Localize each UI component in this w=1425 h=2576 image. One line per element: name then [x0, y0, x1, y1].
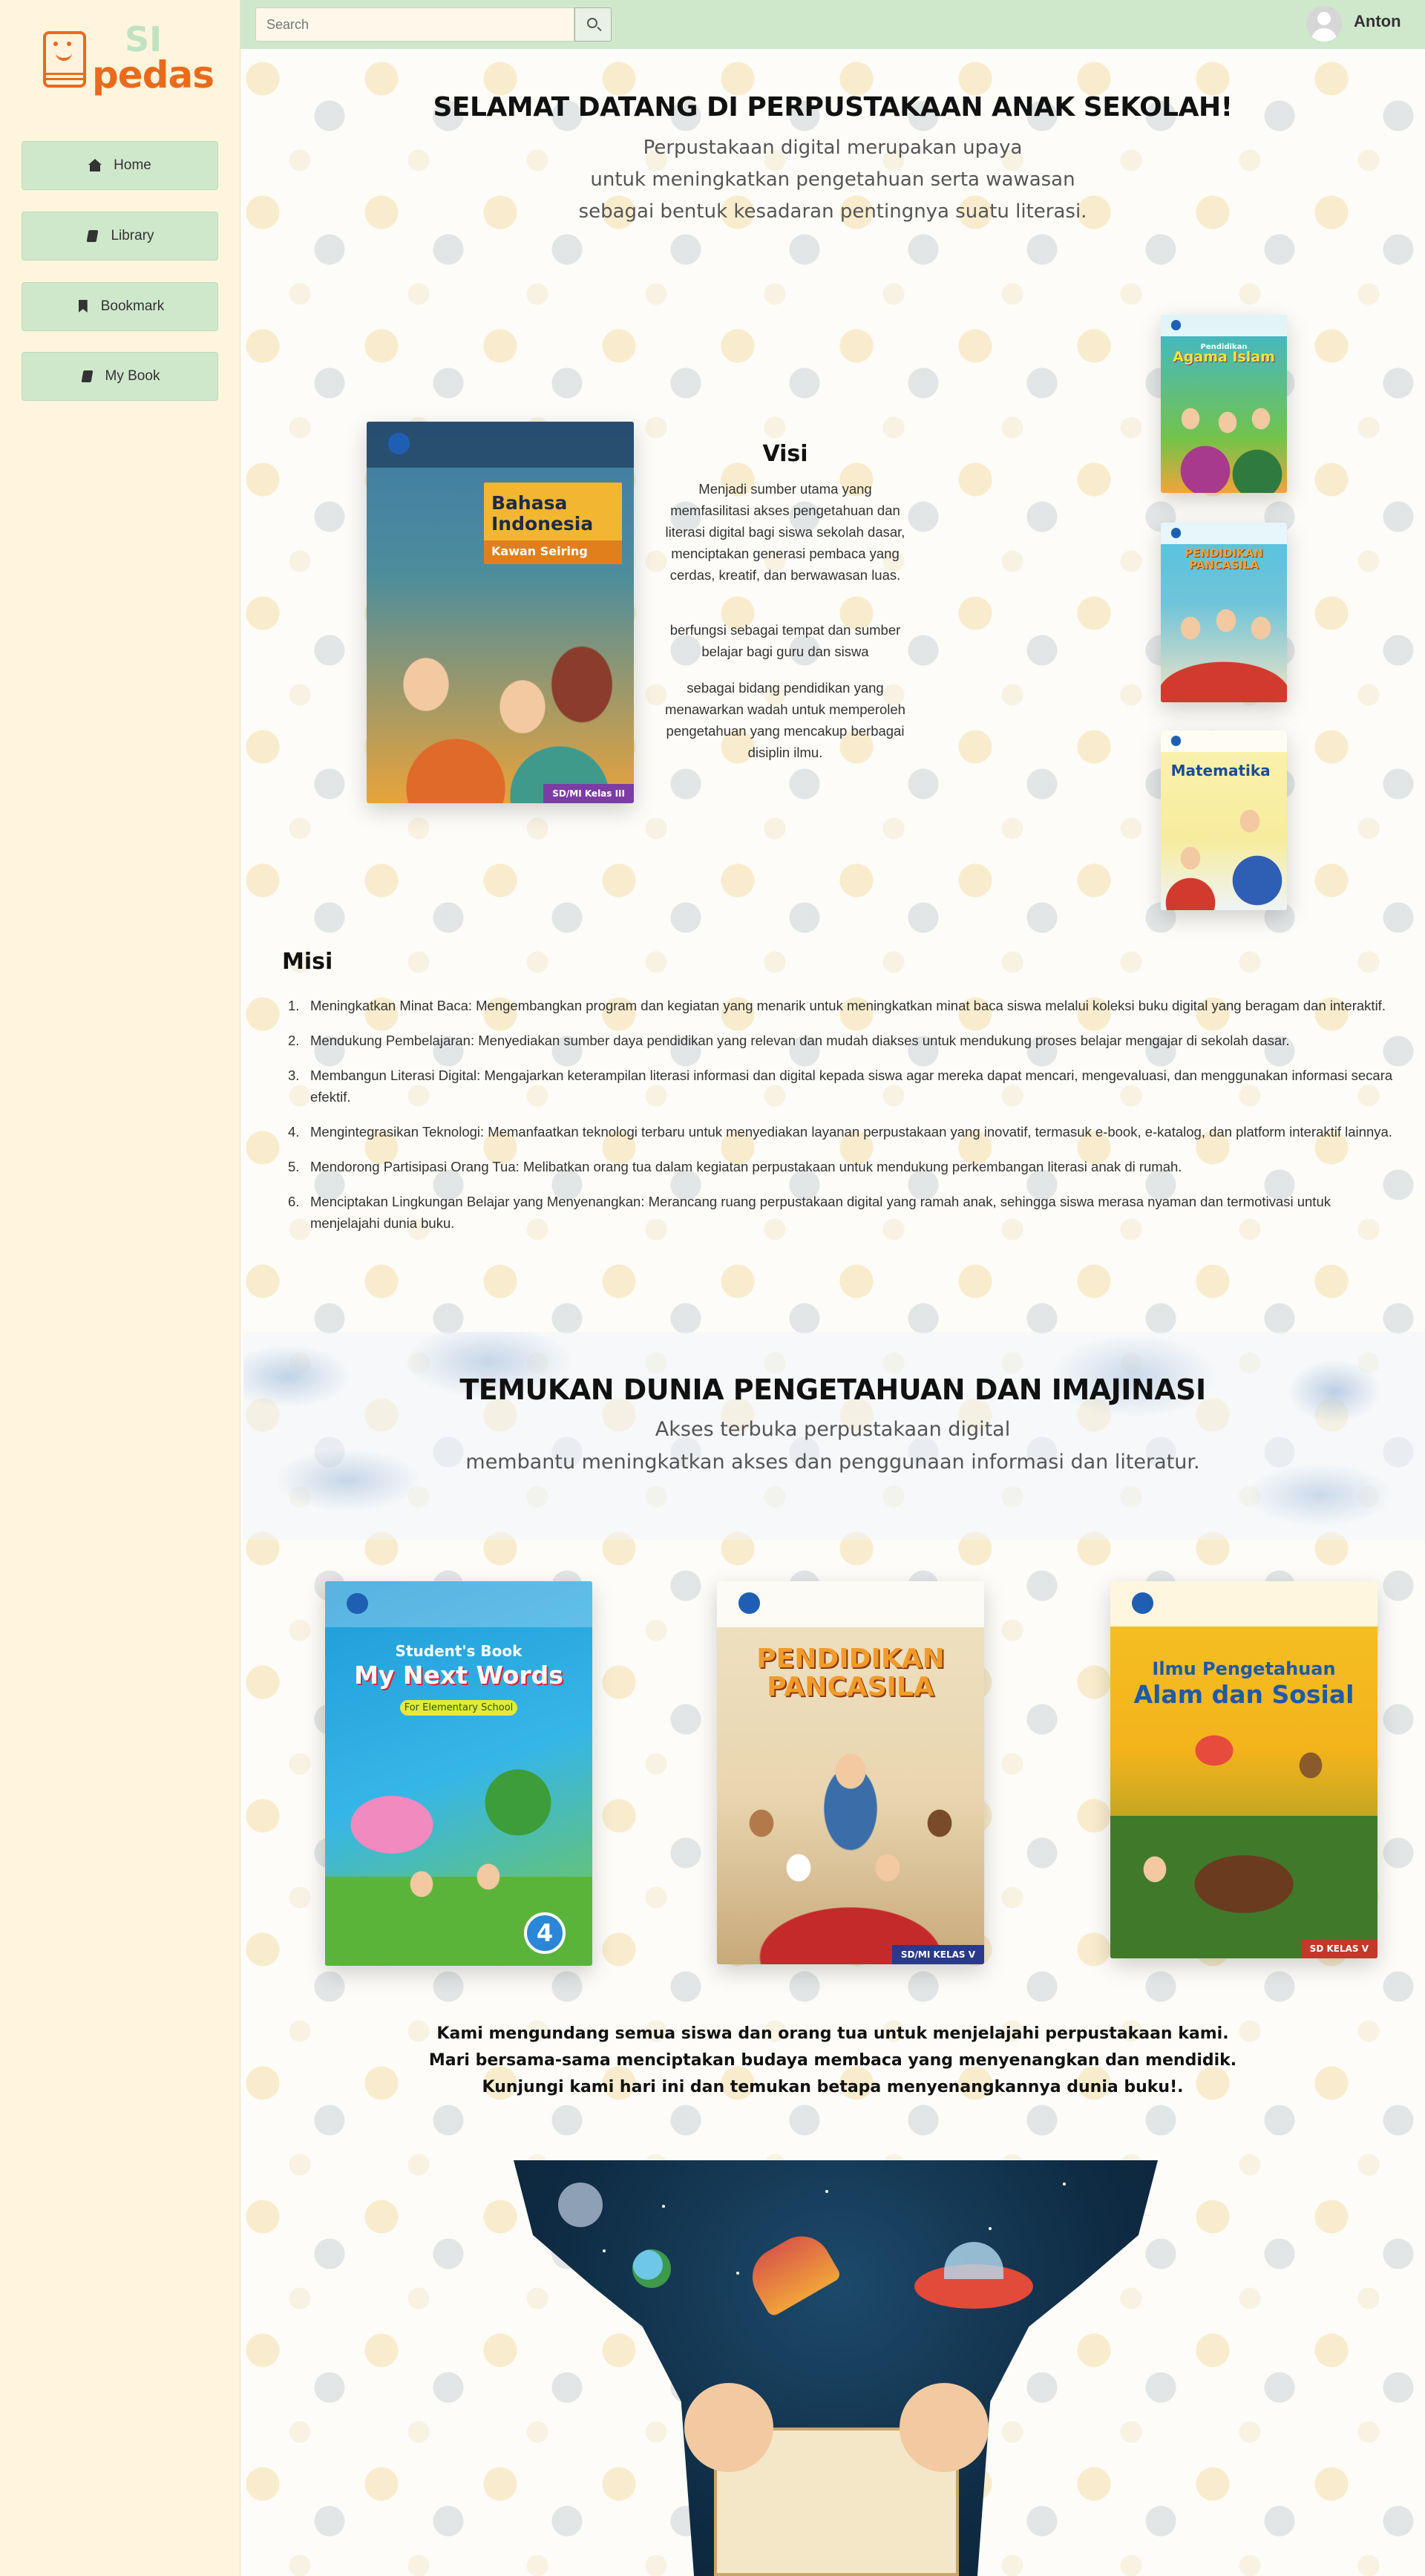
book-title: PENDIDIKAN PANCASILA [1185, 546, 1263, 572]
book-title: My Next Words [354, 1661, 563, 1690]
book-title: Alam dan Sosial [1133, 1680, 1354, 1709]
side-book-cover[interactable]: Matematika [1161, 730, 1287, 910]
logo-text-pedas: pedas [92, 53, 214, 97]
side-book-cover[interactable]: Pendidikan Agama Islam [1161, 315, 1287, 493]
list-item: 1. Meningkatkan Minat Baca: Mengembangkan… [288, 998, 1386, 1013]
book-subtitle: Kawan Seiring [491, 544, 588, 558]
kemdikbud-logo-icon [346, 1592, 368, 1615]
book-icon [80, 370, 95, 383]
list-item: 3. Membangun Literasi Digital: Mengajarka… [288, 1068, 1393, 1105]
invite-line: Kami mengundang semua siswa dan orang tu… [436, 2024, 1229, 2043]
book-number: 4 [524, 1912, 566, 1954]
misi-list: 1. Meningkatkan Minat Baca: Mengembangkan… [282, 995, 1403, 1247]
featured-book-cover[interactable]: Bahasa Indonesia Kawan Seiring SD/MI Kel… [367, 422, 634, 803]
book-title: Matematika [1170, 762, 1271, 779]
earth-icon [632, 2249, 671, 2288]
list-item: 6. Menciptakan Lingkungan Belajar yang Me… [288, 1194, 1331, 1231]
invite-line: Mari bersama-sama menciptakan budaya mem… [428, 2051, 1237, 2070]
kemdikbud-logo-icon [1131, 1592, 1153, 1615]
book-grade: SD KELAS V [1300, 1939, 1378, 1958]
boy-character [900, 2383, 989, 2472]
sidebar-item-home[interactable]: Home [22, 141, 218, 190]
side-book-cover[interactable]: PENDIDIKAN PANCASILA [1161, 523, 1287, 702]
avatar[interactable] [1306, 6, 1342, 42]
search-button[interactable] [574, 7, 612, 42]
visi-paragraph: sebagai bidang pendidikan yang menawarka… [665, 680, 905, 760]
book-icon [85, 229, 100, 243]
girl-character [684, 2383, 773, 2472]
visi-paragraph: Menjadi sumber utama yang memfasilitasi … [665, 481, 905, 583]
kemdikbud-logo-icon [738, 1592, 760, 1615]
list-item: 5. Mendorong Partisipasi Orang Tua: Melib… [288, 1159, 1182, 1174]
book-grade: SD/MI Kelas III [543, 784, 634, 803]
book-title: Bahasa Indonesia [491, 492, 594, 535]
hero-subtitle-line: untuk meningkatkan pengetahuan serta waw… [590, 169, 1075, 191]
brand-logo[interactable]: SI pedas [43, 19, 214, 104]
book-title: Agama Islam [1173, 349, 1275, 365]
sidebar-item-label: Home [114, 157, 151, 173]
hero-subtitle-line: Perpustakaan digital merupakan upaya [643, 137, 1023, 159]
visi-title: Visi [762, 441, 808, 467]
book-subtitle: Ilmu Pengetahuan [1152, 1658, 1336, 1679]
top-bar: Anton [240, 0, 1425, 49]
username[interactable]: Anton [1354, 12, 1401, 31]
book-title: PENDIDIKAN PANCASILA [756, 1644, 945, 1702]
book-cover-english[interactable]: Student's Book My Next Words For Element… [325, 1581, 592, 1966]
home-icon [88, 159, 103, 172]
book-logo-icon [43, 31, 86, 88]
invite-text: Kami mengundang semua siswa dan orang tu… [240, 2021, 1425, 2101]
misi-title: Misi [282, 949, 333, 975]
kemdikbud-logo-icon [1170, 736, 1182, 746]
bookmark-icon [76, 300, 91, 313]
kemdikbud-logo-icon [387, 433, 410, 455]
invite-line: Kunjungi kami hari ini dan temukan betap… [482, 2078, 1184, 2096]
rocket-icon [741, 2225, 842, 2318]
book-cover-pancasila[interactable]: PENDIDIKAN PANCASILA SD/MI KELAS V [717, 1581, 984, 1964]
hero-subtitle-line: sebagai bentuk kesadaran pentingnya suat… [578, 200, 1087, 223]
search-icon [587, 18, 597, 28]
main-content: SELAMAT DATANG DI PERPUSTAKAAN ANAK SEKO… [240, 49, 1425, 2576]
search-input[interactable] [255, 7, 574, 42]
logo-text-si: SI [125, 19, 163, 59]
sidebar-item-label: Bookmark [100, 298, 165, 314]
list-item: 4. Mengintegrasikan Teknologi: Memanfaatk… [288, 1124, 1392, 1140]
moon-icon [558, 2183, 603, 2227]
section-subtitle-line: Akses terbuka perpustakaan digital [655, 1418, 1011, 1441]
page-title: SELAMAT DATANG DI PERPUSTAKAAN ANAK SEKO… [433, 92, 1233, 122]
section-title: TEMUKAN DUNIA PENGETAHUAN DAN IMAJINASI [459, 1373, 1206, 1406]
sidebar-item-label: My Book [105, 368, 160, 384]
kemdikbud-logo-icon [1170, 528, 1182, 538]
sidebar: SI pedas Home Library Bookmark My Book [0, 0, 240, 2576]
sidebar-item-label: Library [111, 228, 154, 243]
sidebar-item-library[interactable]: Library [22, 212, 218, 261]
list-item: 2. Mendukung Pembelajaran: Menyediakan su… [288, 1033, 1290, 1048]
book-subtitle: Student's Book [395, 1642, 522, 1660]
sidebar-item-bookmark[interactable]: Bookmark [22, 282, 218, 331]
book-badge: For Elementary School [399, 1700, 518, 1716]
kemdikbud-logo-icon [1170, 320, 1182, 330]
book-grade: SD/MI KELAS V [891, 1945, 984, 1964]
section-subtitle-line: membantu meningkatkan akses dan pengguna… [465, 1451, 1200, 1474]
sidebar-item-my-book[interactable]: My Book [22, 352, 218, 401]
space-reading-illustration [514, 2160, 1158, 2576]
book-cover-ipas[interactable]: Ilmu Pengetahuan Alam dan Sosial SD KELA… [1110, 1581, 1378, 1958]
visi-paragraph: berfungsi sebagai tempat dan sumber bela… [669, 622, 901, 659]
